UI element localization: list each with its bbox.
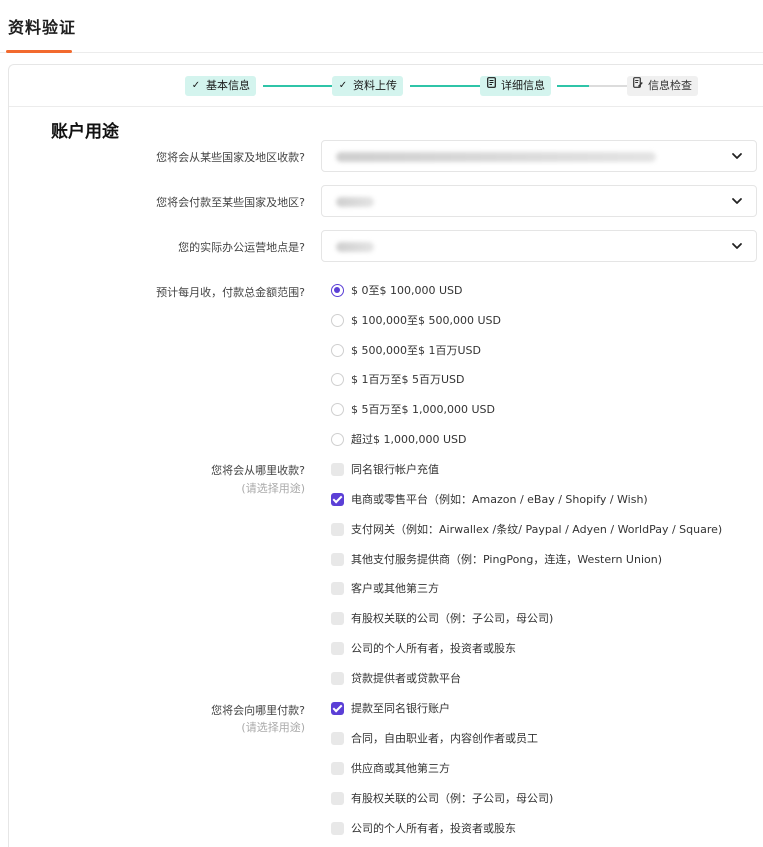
receive-option[interactable]: 公司的个人所有者，投资者或股东 (331, 640, 516, 656)
checkbox[interactable] (331, 791, 344, 805)
option-label: 供应商或其他第三方 (351, 762, 450, 775)
option-label: $ 1百万至$ 5百万USD (351, 373, 465, 386)
progress-stepper: ✓ 基本信息 ✓ 资料上传 详细信息 信息检查 (9, 65, 763, 107)
amount-option[interactable]: 超过$ 1,000,000 USD (331, 431, 466, 447)
radio-button[interactable] (331, 372, 344, 386)
checkbox[interactable] (331, 611, 344, 625)
pay-to-hint: (请选择用途) (241, 721, 305, 734)
receive-countries-label: 您将会从某些国家及地区收款? (156, 151, 305, 164)
receive-option[interactable]: 同名银行帐户充值 (331, 461, 439, 477)
checkbox[interactable] (331, 552, 344, 566)
option-label: 电商或零售平台（例如：Amazon / eBay / Shopify / Wis… (351, 493, 648, 506)
receive-countries-select[interactable] (321, 140, 757, 172)
checkbox[interactable] (331, 581, 344, 595)
step-label: 详细信息 (501, 79, 545, 92)
step-connector (410, 85, 480, 87)
radio-button[interactable] (331, 343, 344, 357)
check-icon: ✓ (338, 80, 348, 91)
step-label: 基本信息 (206, 79, 250, 92)
option-label: $ 5百万至$ 1,000,000 USD (351, 403, 495, 416)
document-icon (486, 76, 496, 96)
amount-option[interactable]: $ 500,000至$ 1百万USD (331, 342, 481, 358)
step-basic-info[interactable]: ✓ 基本信息 (185, 76, 256, 96)
amount-option[interactable]: $ 0至$ 100,000 USD (331, 282, 462, 298)
redacted-value (336, 242, 374, 252)
step-label: 信息检查 (648, 79, 692, 92)
checkbox[interactable] (331, 701, 344, 715)
step-connector (589, 85, 627, 87)
option-label: 客户或其他第三方 (351, 582, 439, 595)
checkbox[interactable] (331, 641, 344, 655)
radio-button[interactable] (331, 432, 344, 446)
pay-option[interactable]: 公司的个人所有者，投资者或股东 (331, 820, 516, 836)
redacted-value (336, 152, 656, 162)
step-review[interactable]: 信息检查 (627, 76, 698, 96)
option-label: $ 100,000至$ 500,000 USD (351, 314, 501, 327)
option-label: 公司的个人所有者，投资者或股东 (351, 642, 516, 655)
chevron-down-icon (732, 243, 742, 249)
chevron-down-icon (732, 153, 742, 159)
receive-option[interactable]: 支付网关（例如：Airwallex /条纹/ Paypal / Adyen / … (331, 521, 722, 537)
pay-countries-label: 您将会付款至某些国家及地区? (156, 196, 305, 209)
receive-option[interactable]: 电商或零售平台（例如：Amazon / eBay / Shopify / Wis… (331, 491, 648, 507)
office-location-select[interactable] (321, 230, 757, 262)
form-card: ✓ 基本信息 ✓ 资料上传 详细信息 信息检查 账户用途 您将会从某些国家及地区… (8, 64, 763, 847)
receive-from-hint: (请选择用途) (241, 482, 305, 495)
receive-from-label: 您将会从哪里收款? (211, 464, 305, 477)
receive-option[interactable]: 有股权关联的公司（例：子公司，母公司) (331, 610, 553, 626)
option-label: 支付网关（例如：Airwallex /条纹/ Paypal / Adyen / … (351, 523, 723, 536)
checkbox[interactable] (331, 761, 344, 775)
pay-to-label: 您将会向哪里付款? (211, 704, 305, 717)
pay-option[interactable]: 有股权关联的公司（例：子公司，母公司) (331, 790, 553, 806)
option-label: 提款至同名银行账户 (351, 702, 450, 715)
pay-option[interactable]: 提款至同名银行账户 (331, 700, 450, 716)
option-label: 贷款提供者或贷款平台 (351, 672, 461, 685)
option-label: 合同，自由职业者，内容创作者或员工 (351, 732, 538, 745)
checkbox[interactable] (331, 671, 344, 685)
radio-button[interactable] (331, 402, 344, 416)
radio-button[interactable] (331, 313, 344, 327)
office-location-label: 您的实际办公运营地点是? (178, 241, 305, 254)
redacted-value (336, 197, 374, 207)
receive-option[interactable]: 贷款提供者或贷款平台 (331, 670, 461, 686)
step-upload[interactable]: ✓ 资料上传 (332, 76, 403, 96)
edit-document-icon (633, 76, 643, 96)
monthly-amount-label: 预计每月收，付款总金额范围? (156, 286, 305, 299)
pay-option[interactable]: 供应商或其他第三方 (331, 760, 450, 776)
pay-option[interactable]: 合同，自由职业者，内容创作者或员工 (331, 730, 538, 746)
step-connector (557, 85, 589, 87)
amount-option[interactable]: $ 5百万至$ 1,000,000 USD (331, 401, 495, 417)
option-label: 公司的个人所有者，投资者或股东 (351, 822, 516, 835)
checkbox[interactable] (331, 522, 344, 536)
checkbox[interactable] (331, 821, 344, 835)
chevron-down-icon (732, 198, 742, 204)
checkbox[interactable] (331, 492, 344, 506)
option-label: $ 500,000至$ 1百万USD (351, 344, 481, 357)
section-title: 账户用途 (51, 122, 119, 142)
step-details[interactable]: 详细信息 (480, 76, 551, 96)
checkbox[interactable] (331, 731, 344, 745)
step-label: 资料上传 (353, 79, 397, 92)
checkbox[interactable] (331, 462, 344, 476)
receive-option[interactable]: 客户或其他第三方 (331, 580, 439, 596)
option-label: 其他支付服务提供商（例：PingPong，连连，Western Union) (351, 553, 663, 566)
check-icon: ✓ (191, 80, 201, 91)
option-label: 同名银行帐户充值 (351, 463, 439, 476)
option-label: $ 0至$ 100,000 USD (351, 284, 463, 297)
title-underline (6, 50, 72, 53)
page-header: 资料验证 (0, 0, 763, 53)
option-label: 超过$ 1,000,000 USD (351, 433, 467, 446)
option-label: 有股权关联的公司（例：子公司，母公司) (351, 612, 554, 625)
page-title: 资料验证 (8, 18, 77, 37)
option-label: 有股权关联的公司（例：子公司，母公司) (351, 792, 554, 805)
radio-button[interactable] (331, 283, 344, 297)
receive-option[interactable]: 其他支付服务提供商（例：PingPong，连连，Western Union) (331, 551, 662, 567)
amount-option[interactable]: $ 100,000至$ 500,000 USD (331, 312, 501, 328)
step-connector (263, 85, 333, 87)
amount-option[interactable]: $ 1百万至$ 5百万USD (331, 371, 465, 387)
pay-countries-select[interactable] (321, 185, 757, 217)
